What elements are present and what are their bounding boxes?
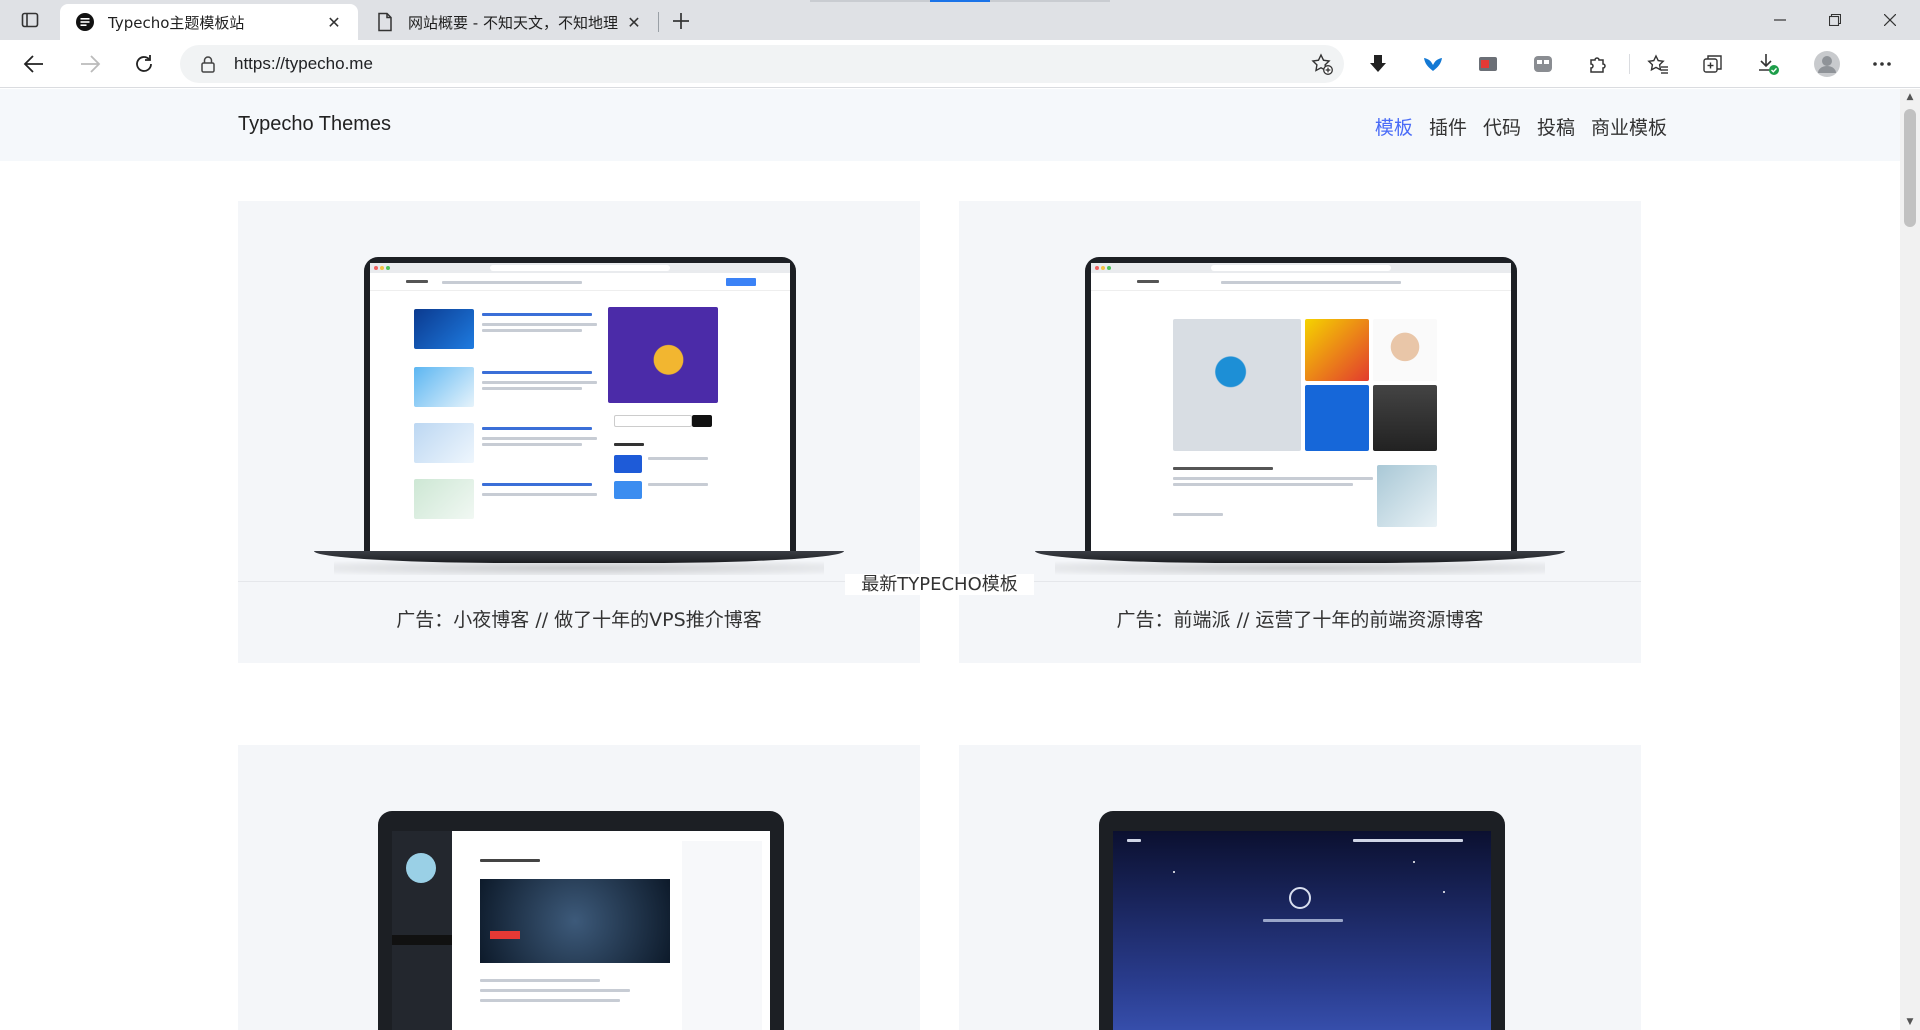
page-scrollbar[interactable]: ▲ ▼: [1900, 89, 1920, 1030]
downloads-icon[interactable]: [1754, 50, 1782, 78]
page-viewport: Typecho Themes 模板 插件 代码 投稿 商业模板 广告：小夜博客 …: [0, 89, 1900, 1030]
laptop-mockup-image: [378, 811, 784, 1030]
page-icon: [374, 11, 396, 33]
more-menu-icon[interactable]: [1868, 50, 1896, 78]
bird-extension-icon[interactable]: [1419, 50, 1447, 78]
minimize-icon: [1774, 19, 1786, 21]
download-arrow-icon[interactable]: [1364, 50, 1392, 78]
profile-avatar-icon[interactable]: [1813, 50, 1841, 78]
tab-strip: Typecho主题模板站 ✕ 网站概要 - 不知天文，不知地理 ✕: [0, 0, 1920, 40]
section-title: 最新TYPECHO模板: [0, 570, 1879, 596]
reload-icon: [136, 55, 152, 72]
scroll-up-arrow-icon[interactable]: ▲: [1900, 89, 1920, 105]
browser-toolbar: https://typecho.me: [0, 40, 1920, 88]
lock-icon[interactable]: [196, 52, 220, 76]
laptop-mockup-image: [1035, 257, 1565, 577]
restore-icon: [1829, 14, 1841, 26]
address-bar[interactable]: https://typecho.me: [180, 45, 1344, 83]
nav-item-commercial-templates[interactable]: 商业模板: [1591, 113, 1667, 140]
loading-indicator: [930, 0, 990, 2]
new-tab-button[interactable]: [666, 6, 696, 36]
extensions-puzzle-icon[interactable]: [1584, 50, 1612, 78]
close-tab-icon[interactable]: ✕: [324, 12, 344, 32]
arrow-right-icon: [81, 55, 101, 73]
tab-actions-button[interactable]: [10, 6, 50, 34]
favorites-icon[interactable]: [1644, 50, 1672, 78]
laptop-mockup-image: [1099, 811, 1505, 1030]
tab-site-overview[interactable]: 网站概要 - 不知天文，不知地理 ✕: [360, 4, 658, 40]
close-window-button[interactable]: [1862, 0, 1918, 40]
site-logo[interactable]: Typecho Themes: [238, 113, 391, 136]
theme-card[interactable]: [959, 745, 1641, 1030]
tab-title: 网站概要 - 不知天文，不知地理: [408, 13, 618, 32]
tab-actions-icon: [21, 12, 39, 28]
screen-recorder-extension-icon[interactable]: [1474, 50, 1502, 78]
ad-caption[interactable]: 广告：小夜博客 // 做了十年的VPS推介博客: [238, 605, 920, 632]
site-header: Typecho Themes 模板 插件 代码 投稿 商业模板: [0, 89, 1900, 161]
theme-card[interactable]: [238, 745, 920, 1030]
back-button[interactable]: [14, 44, 54, 84]
nav-item-submit[interactable]: 投稿: [1537, 113, 1575, 140]
reload-button[interactable]: [124, 44, 164, 84]
minimize-button[interactable]: [1752, 0, 1808, 40]
toolbar-separator: [1629, 54, 1630, 74]
close-icon: [1884, 14, 1896, 26]
collections-icon[interactable]: [1699, 50, 1727, 78]
site-nav: 模板 插件 代码 投稿 商业模板: [1375, 113, 1667, 140]
forward-button[interactable]: [70, 44, 110, 84]
typecho-favicon-icon: [74, 11, 96, 33]
nav-item-plugins[interactable]: 插件: [1429, 113, 1467, 140]
url-text: https://typecho.me: [234, 54, 373, 73]
extension-grid-icon[interactable]: [1529, 50, 1557, 78]
tab-typecho[interactable]: Typecho主题模板站 ✕: [60, 4, 358, 40]
scroll-down-arrow-icon[interactable]: ▼: [1900, 1014, 1920, 1030]
nav-item-templates[interactable]: 模板: [1375, 113, 1413, 140]
add-favorite-icon[interactable]: [1310, 52, 1334, 76]
plus-icon: [673, 13, 689, 29]
tab-title: Typecho主题模板站: [108, 13, 245, 32]
restore-button[interactable]: [1807, 0, 1863, 40]
ad-caption[interactable]: 广告：前端派 // 运营了十年的前端资源博客: [959, 605, 1641, 632]
close-tab-icon[interactable]: ✕: [624, 12, 644, 32]
laptop-mockup-image: [314, 257, 844, 577]
tab-separator: [658, 12, 659, 32]
arrow-left-icon: [23, 55, 43, 73]
scroll-thumb[interactable]: [1904, 109, 1916, 227]
nav-item-code[interactable]: 代码: [1483, 113, 1521, 140]
